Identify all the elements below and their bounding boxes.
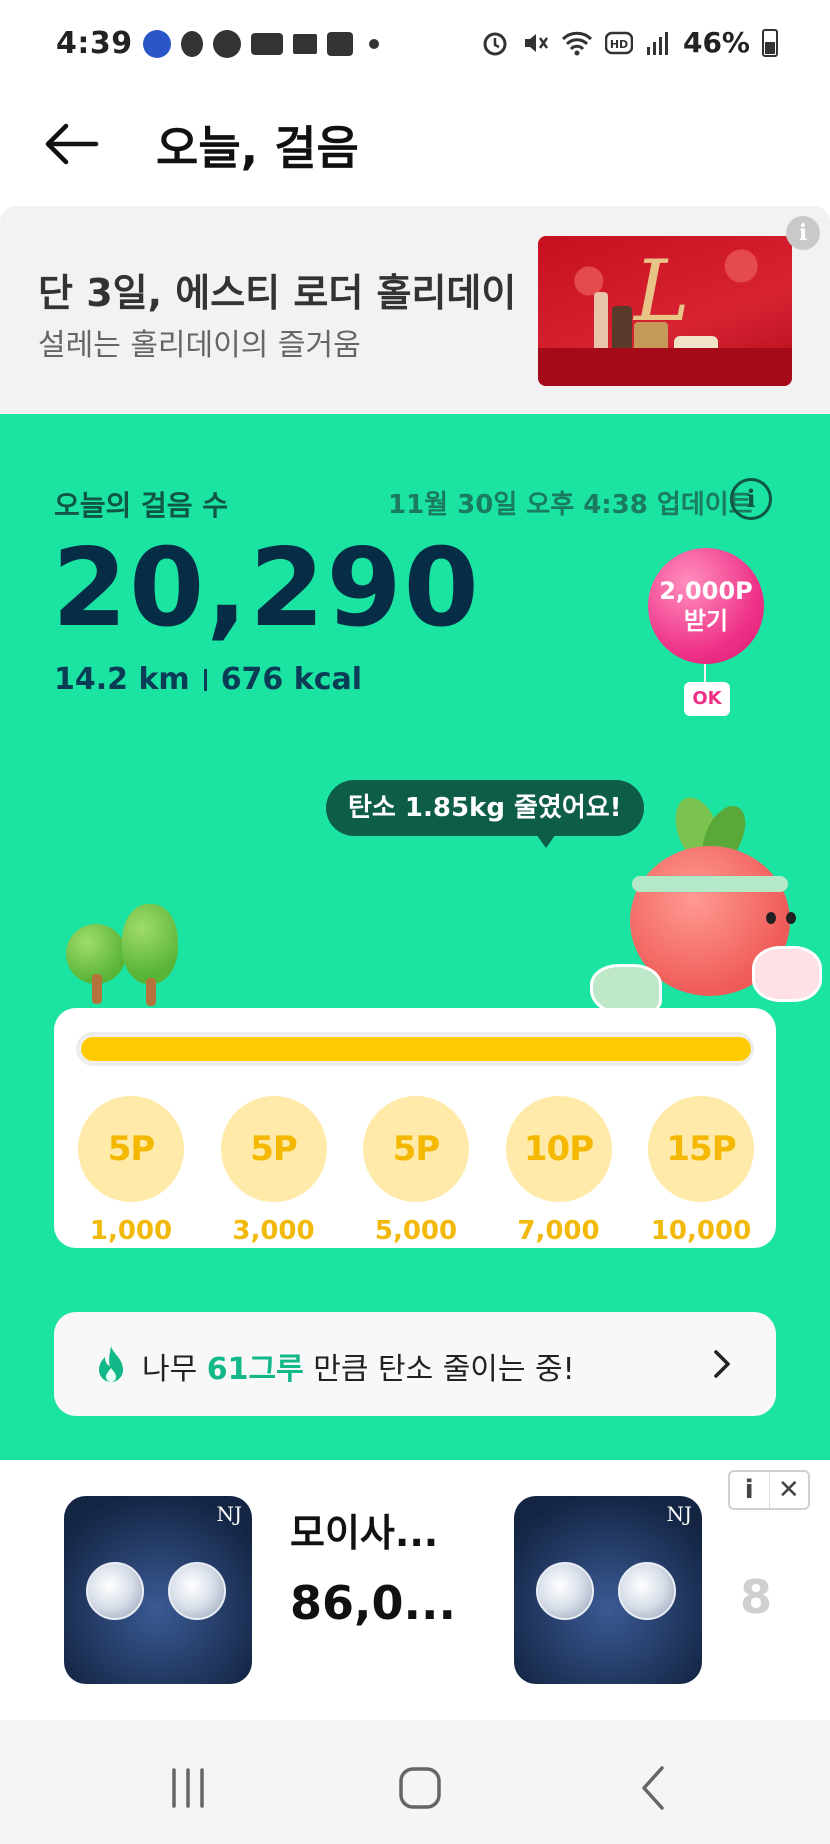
status-bar-left: 4:39 <box>56 26 379 61</box>
cash-icon <box>250 32 283 55</box>
brand-mark: NJ <box>216 1502 242 1526</box>
progress-card: 5P 1,000 5P 3,000 5P 5,000 10P 7,000 15P 10,000 <box>54 1008 776 1248</box>
wifi-icon <box>561 31 593 55</box>
info-icon[interactable]: i <box>730 478 772 520</box>
divider <box>203 668 207 691</box>
status-bar: 4:39 HD 46% <box>0 0 830 88</box>
milestone-steps: 3,000 <box>232 1216 315 1246</box>
dot-icon <box>368 38 379 49</box>
alarm-icon <box>483 32 507 55</box>
milestone-points-coin: 15P <box>648 1096 754 1202</box>
milestone-reward[interactable]: 10P 7,000 <box>505 1096 612 1246</box>
tree-illustration <box>66 904 178 1006</box>
ad-info-icon[interactable]: i <box>786 216 820 250</box>
step-progress-bar <box>76 1032 754 1066</box>
status-time: 4:39 <box>56 26 133 61</box>
milestone-list: 5P 1,000 5P 3,000 5P 5,000 10P 7,000 15P 10,000 <box>78 1096 754 1246</box>
carbon-summary-text: 나무 61그루 만큼 탄소 줄이는 중! <box>142 1344 575 1388</box>
step-progress-fill <box>81 1037 751 1061</box>
product-name: 모이사... <box>290 1511 439 1555</box>
earring-product-image[interactable]: NJ <box>514 1496 702 1684</box>
recent-apps-icon[interactable] <box>158 1758 218 1818</box>
carbon-suffix: 만큼 탄소 줄이는 중! <box>303 1352 575 1387</box>
chevron-right-icon <box>714 1350 730 1378</box>
page-title: 오늘, 걸음 <box>156 121 359 175</box>
signal-icon <box>646 31 668 55</box>
reward-balloon-button[interactable]: 2,000P 받기 <box>648 548 764 664</box>
home-icon[interactable] <box>390 1758 450 1818</box>
svg-text:HD: HD <box>610 38 628 51</box>
milestone-steps: 1,000 <box>89 1216 173 1246</box>
back-arrow-icon[interactable] <box>40 112 104 176</box>
hd-icon: HD <box>604 31 633 54</box>
banner-title: 단 3일, 에스티 로더 홀리데이 <box>38 271 517 315</box>
steps-section: 오늘의 걸음 수 11월 30일 오후 4:38 업데이트 i 20,290 1… <box>0 414 830 1460</box>
distance-value: 14.2 km <box>54 662 190 697</box>
milestone-points-coin: 5P <box>78 1096 184 1202</box>
milestone-steps: 10,000 <box>650 1216 752 1246</box>
image-icon <box>326 31 353 56</box>
mute-icon <box>524 33 548 52</box>
banner-subtitle: 설레는 홀리데이의 즐거움 <box>38 328 361 363</box>
milestone-reward[interactable]: 15P 10,000 <box>648 1096 754 1246</box>
step-count: 20,290 <box>52 526 481 651</box>
banner-product-image: L <box>538 236 792 386</box>
fire-icon <box>99 1346 123 1382</box>
milestone-reward[interactable]: 5P 1,000 <box>78 1096 184 1246</box>
update-timestamp: 11월 30일 오후 4:38 업데이트 <box>388 490 753 520</box>
status-bar-right: HD 46% <box>481 26 778 59</box>
ad-info-button[interactable]: i <box>730 1472 769 1508</box>
app-icon <box>142 29 171 58</box>
distance-calories-row: 14.2 km 676 kcal <box>54 662 362 697</box>
product-ad[interactable]: NJ 모이사... 86,0... NJ 8 i ✕ <box>0 1460 830 1720</box>
brand-mark: NJ <box>666 1502 692 1526</box>
speedometer-icon <box>212 29 241 58</box>
steps-label: 오늘의 걸음 수 <box>54 489 229 522</box>
milestone-points-coin: 10P <box>505 1096 612 1202</box>
ok-cashbag-badge: OK <box>684 682 730 716</box>
earring-product-image[interactable]: NJ <box>64 1496 252 1684</box>
milestone-steps: 7,000 <box>517 1216 600 1246</box>
milestone-reward[interactable]: 5P 5,000 <box>363 1096 469 1246</box>
milestone-points-coin: 5P <box>220 1096 327 1202</box>
app-icon <box>180 30 203 57</box>
system-nav-bar <box>0 1720 830 1844</box>
milestone-points-coin: 5P <box>363 1096 469 1202</box>
tree-count: 61그루 <box>206 1352 304 1387</box>
carbon-summary-card[interactable]: 나무 61그루 만큼 탄소 줄이는 중! <box>54 1312 776 1416</box>
milestone-steps: 5,000 <box>374 1216 458 1246</box>
product-price-peek: 8 <box>740 1570 773 1624</box>
reward-action: 받기 <box>683 607 729 635</box>
reward-points: 2,000P <box>659 577 753 605</box>
ad-close-button[interactable]: ✕ <box>768 1472 809 1508</box>
calories-value: 676 kcal <box>220 662 363 697</box>
milestone-reward[interactable]: 5P 3,000 <box>220 1096 327 1246</box>
back-nav-icon[interactable] <box>624 1758 684 1818</box>
mascot-character <box>590 791 822 1026</box>
app-header: 오늘, 걸음 <box>0 88 830 206</box>
ad-controls: i ✕ <box>728 1470 810 1510</box>
battery-icon <box>762 28 778 57</box>
ribbon-shape <box>538 348 792 386</box>
product-price: 86,0... <box>290 1576 456 1630</box>
stairs-icon <box>292 33 317 54</box>
banner-ad[interactable]: 단 3일, 에스티 로더 홀리데이 설레는 홀리데이의 즐거움 L <box>0 206 830 414</box>
carbon-prefix: 나무 <box>142 1352 207 1387</box>
battery-percent: 46% <box>682 26 750 59</box>
